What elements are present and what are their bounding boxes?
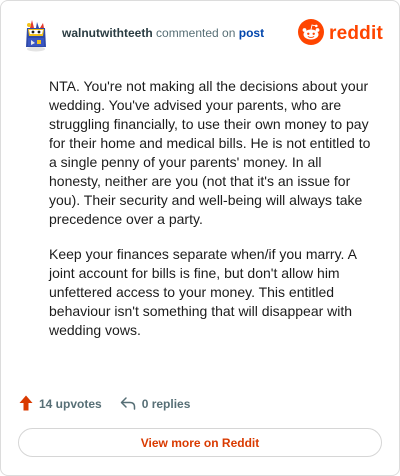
- reply-count[interactable]: 0 replies: [120, 396, 191, 413]
- reply-label: 0 replies: [141, 397, 191, 411]
- post-link[interactable]: post: [239, 26, 264, 40]
- upvote-count[interactable]: 14 upvotes: [19, 395, 102, 414]
- reply-icon: [120, 396, 142, 413]
- avatar[interactable]: [22, 16, 50, 52]
- view-more-button[interactable]: View more on Reddit: [18, 428, 382, 457]
- comment-header: walnutwithteeth commented on post reddit: [22, 16, 383, 52]
- action-text: commented on: [156, 26, 236, 40]
- comment-footer: 14 upvotes 0 replies: [19, 394, 190, 414]
- upvote-arrow-icon: [19, 395, 39, 414]
- reddit-snoo-icon: [298, 18, 325, 50]
- upvote-label: 14 upvotes: [39, 397, 102, 411]
- author-name[interactable]: walnutwithteeth: [62, 26, 153, 40]
- comment-body: NTA. You're not making all the decisions…: [49, 77, 377, 356]
- comment-paragraph: NTA. You're not making all the decisions…: [49, 78, 371, 227]
- comment-meta: walnutwithteeth commented on post: [62, 26, 264, 40]
- reddit-wordmark: reddit: [329, 23, 383, 44]
- comment-paragraph: Keep your finances separate when/if you …: [49, 246, 357, 338]
- embedded-comment-card: walnutwithteeth commented on post reddit: [0, 0, 400, 476]
- reddit-logo[interactable]: reddit: [298, 18, 383, 50]
